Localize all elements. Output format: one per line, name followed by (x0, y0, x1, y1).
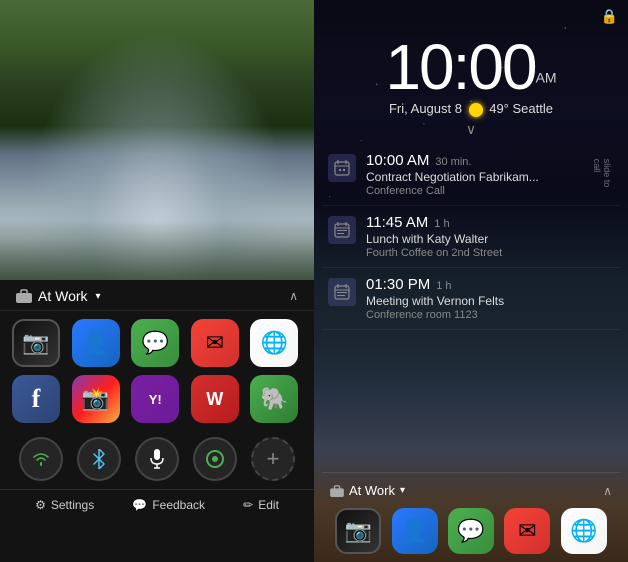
temperature-text: 49° (489, 101, 509, 116)
event-time-2: 11:45 AM (366, 214, 428, 231)
office-app-icon[interactable]: W (191, 375, 239, 423)
at-work-header: At Work ▾ ∧ (0, 280, 314, 311)
city-text: Seattle (513, 101, 553, 116)
left-panel: At Work ▾ ∧ 📷 👤 💬 ✉ 🌐 f 📸 Y! W 🐘 (0, 0, 314, 562)
event-item-2[interactable]: 11:45 AM 1 h Lunch with Katy Walter Four… (322, 206, 620, 268)
event-time-1: 10:00 AM (366, 152, 429, 169)
date-line: Fri, August 8 49° Seattle (314, 101, 628, 117)
dropdown-arrow-icon: ▾ (96, 291, 101, 302)
events-list: 10:00 AM 30 min. Contract Negotiation Fa… (314, 144, 628, 472)
lock-chevron-up-icon[interactable]: ∧ (603, 484, 612, 498)
hangouts-app-icon[interactable]: 💬 (131, 319, 179, 367)
add-button[interactable]: + (251, 437, 295, 481)
event-item-1[interactable]: 10:00 AM 30 min. Contract Negotiation Fa… (322, 144, 620, 206)
lock-at-work-label[interactable]: At Work ▾ (330, 483, 405, 498)
event-title-3: Meeting with Vernon Felts (366, 294, 614, 308)
event-calendar-icon-2 (328, 216, 356, 244)
microphone-button[interactable] (135, 437, 179, 481)
lock-briefcase-icon (330, 485, 344, 497)
feedback-label: Feedback (152, 498, 205, 512)
at-work-left[interactable]: At Work ▾ (16, 288, 101, 304)
event-title-2: Lunch with Katy Walter (366, 232, 614, 246)
am-label: AM (536, 70, 557, 86)
lock-gmail-icon[interactable]: ✉ (504, 508, 550, 554)
lock-header: 🔒 (314, 0, 628, 25)
slide-to-call-text: slide to call (592, 159, 612, 190)
event-duration-1: 30 min. (435, 156, 471, 168)
event-calendar-icon-3 (328, 278, 356, 306)
feedback-button[interactable]: 💬 Feedback (132, 498, 205, 512)
event-details-2: 11:45 AM 1 h Lunch with Katy Walter Four… (366, 214, 614, 259)
settings-icon: ⚙ (35, 498, 46, 512)
lock-screen-content: 🔒 10:00AM Fri, August 8 49° Seattle ∨ (314, 0, 628, 562)
camera-app-icon[interactable]: 📷 (12, 319, 60, 367)
feedback-icon: 💬 (132, 498, 147, 512)
date-text: Fri, August 8 (389, 101, 462, 116)
moss-overlay (0, 220, 314, 280)
sun-icon (469, 103, 483, 117)
event-time-row-3: 01:30 PM 1 h (366, 276, 614, 293)
edit-label: Edit (258, 498, 279, 512)
shape-button[interactable] (193, 437, 237, 481)
edit-button[interactable]: ✏ Edit (243, 498, 279, 512)
event-details-3: 01:30 PM 1 h Meeting with Vernon Felts C… (366, 276, 614, 321)
event-location-3: Conference room 1123 (366, 309, 614, 321)
bluetooth-toggle-button[interactable] (77, 437, 121, 481)
event-details-1: 10:00 AM 30 min. Contract Negotiation Fa… (366, 152, 614, 197)
event-title-1: Contract Negotiation Fabrikam... (366, 170, 614, 184)
event-calendar-icon-1 (328, 154, 356, 182)
event-duration-3: 1 h (436, 280, 451, 292)
lock-contacts-icon[interactable]: 👤 (392, 508, 438, 554)
lock-app-row: 📷 👤 💬 ✉ 🌐 (324, 504, 618, 558)
event-time-3: 01:30 PM (366, 276, 430, 293)
event-time-row-2: 11:45 AM 1 h (366, 214, 614, 231)
chevron-down-icon[interactable]: ∨ (314, 121, 628, 138)
contacts-app-icon[interactable]: 👤 (72, 319, 120, 367)
at-work-label: At Work (38, 288, 88, 304)
app-grid: 📷 👤 💬 ✉ 🌐 f 📸 Y! W 🐘 (0, 311, 314, 431)
chrome-app-icon[interactable]: 🌐 (250, 319, 298, 367)
bottom-bar: ⚙ Settings 💬 Feedback ✏ Edit (0, 489, 314, 520)
yahoo-app-icon[interactable]: Y! (131, 375, 179, 423)
lock-chrome-icon[interactable]: 🌐 (561, 508, 607, 554)
lock-icon: 🔒 (601, 8, 618, 25)
event-duration-2: 1 h (434, 218, 449, 230)
evernote-app-icon[interactable]: 🐘 (250, 375, 298, 423)
event-location-2: Fourth Coffee on 2nd Street (366, 247, 614, 259)
lock-bottom: At Work ▾ ∧ 📷 👤 💬 ✉ 🌐 (314, 473, 628, 562)
time-big: 10:00AM (314, 35, 628, 99)
facebook-app-icon[interactable]: f (12, 375, 60, 423)
settings-button[interactable]: ⚙ Settings (35, 498, 94, 512)
edit-icon: ✏ (243, 498, 253, 512)
lock-hangouts-icon[interactable]: 💬 (448, 508, 494, 554)
time-display: 10:00AM (314, 25, 628, 101)
event-location-1: Conference Call (366, 185, 614, 197)
wallpaper-left (0, 0, 314, 280)
lock-at-work-text: At Work (349, 483, 395, 498)
instagram-app-icon[interactable]: 📸 (72, 375, 120, 423)
app-drawer: At Work ▾ ∧ 📷 👤 💬 ✉ 🌐 f 📸 Y! W 🐘 (0, 280, 314, 562)
lock-camera-icon[interactable]: 📷 (335, 508, 381, 554)
event-time-row-1: 10:00 AM 30 min. (366, 152, 614, 169)
event-item-3[interactable]: 01:30 PM 1 h Meeting with Vernon Felts C… (322, 268, 620, 330)
chevron-up-icon[interactable]: ∧ (289, 289, 298, 303)
right-panel: 🔒 10:00AM Fri, August 8 49° Seattle ∨ (314, 0, 628, 562)
settings-label: Settings (51, 498, 94, 512)
quick-actions-bar: + (0, 431, 314, 489)
clock-time: 10:00 (385, 31, 535, 103)
gmail-app-icon[interactable]: ✉ (191, 319, 239, 367)
lock-at-work-header: At Work ▾ ∧ (324, 479, 618, 504)
wifi-toggle-button[interactable] (19, 437, 63, 481)
lock-dropdown-arrow: ▾ (400, 485, 405, 496)
briefcase-icon (16, 289, 32, 303)
